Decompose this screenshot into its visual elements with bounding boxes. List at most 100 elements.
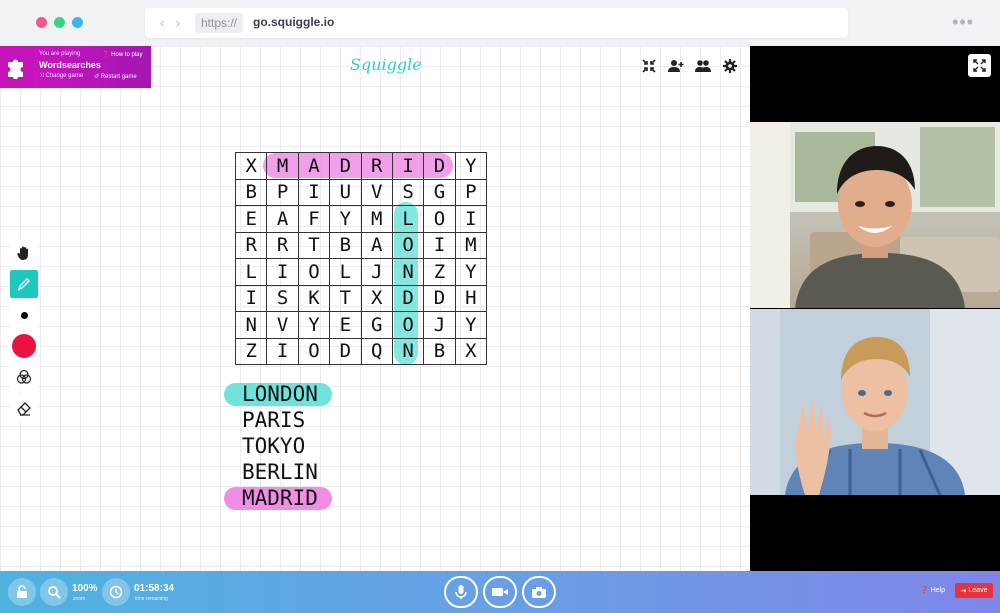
- grid-cell[interactable]: T: [329, 284, 362, 312]
- grid-cell[interactable]: O: [297, 258, 331, 286]
- fullscreen-button[interactable]: [968, 54, 991, 77]
- grid-cell[interactable]: B: [329, 231, 362, 259]
- participants-icon[interactable]: [693, 56, 713, 76]
- grid-cell[interactable]: I: [423, 231, 456, 259]
- grid-cell[interactable]: A: [297, 152, 331, 180]
- grid-cell[interactable]: D: [329, 152, 362, 180]
- grid-cell[interactable]: Y: [454, 258, 488, 286]
- grid-cell[interactable]: G: [360, 311, 393, 339]
- window-maximize-dot[interactable]: [72, 17, 83, 28]
- grid-cell[interactable]: I: [266, 337, 299, 365]
- grid-cell[interactable]: B: [423, 337, 456, 365]
- grid-cell[interactable]: E: [329, 311, 362, 339]
- grid-cell[interactable]: R: [234, 231, 268, 259]
- window-minimize-dot[interactable]: [54, 17, 65, 28]
- grid-cell[interactable]: Y: [297, 311, 331, 339]
- zoom-button[interactable]: [40, 578, 68, 606]
- palette-tool[interactable]: [10, 363, 38, 391]
- leave-button[interactable]: ⇥ Leave: [955, 583, 993, 598]
- fit-screen-icon[interactable]: [639, 56, 659, 76]
- add-user-icon[interactable]: [666, 56, 686, 76]
- grid-cell[interactable]: I: [234, 284, 268, 312]
- grid-cell[interactable]: M: [360, 205, 393, 233]
- settings-gear-icon[interactable]: [720, 56, 740, 76]
- grid-cell[interactable]: X: [360, 284, 393, 312]
- forward-arrow-icon[interactable]: ›: [175, 14, 181, 32]
- change-game-link[interactable]: ⤨ Change game: [39, 73, 83, 80]
- lock-button[interactable]: [8, 578, 36, 606]
- grid-cell[interactable]: U: [329, 178, 362, 206]
- grid-cell[interactable]: D: [391, 284, 425, 312]
- timer-button[interactable]: [102, 578, 130, 606]
- grid-cell[interactable]: D: [423, 152, 456, 180]
- grid-cell[interactable]: O: [391, 231, 425, 259]
- grid-cell[interactable]: N: [234, 311, 268, 339]
- grid-cell[interactable]: S: [391, 178, 425, 206]
- hand-pan-tool[interactable]: [10, 239, 38, 267]
- grid-cell[interactable]: M: [454, 231, 488, 259]
- drawing-board[interactable]: You are playing Wordsearches ❓ How to pl…: [0, 46, 750, 571]
- grid-cell[interactable]: Y: [329, 205, 362, 233]
- grid-cell[interactable]: P: [454, 178, 488, 206]
- grid-cell[interactable]: J: [423, 311, 456, 339]
- grid-row: EAFYMLOI: [234, 205, 488, 233]
- grid-cell[interactable]: I: [297, 178, 331, 206]
- eraser-tool[interactable]: [10, 394, 38, 422]
- pen-tool[interactable]: [10, 270, 38, 298]
- back-arrow-icon[interactable]: ‹: [159, 14, 165, 32]
- grid-cell[interactable]: B: [234, 178, 268, 206]
- grid-cell[interactable]: A: [266, 205, 299, 233]
- grid-cell[interactable]: R: [360, 152, 393, 180]
- microphone-button[interactable]: [444, 576, 478, 608]
- grid-cell[interactable]: Z: [423, 258, 456, 286]
- grid-cell[interactable]: S: [266, 284, 299, 312]
- grid-cell[interactable]: I: [266, 258, 299, 286]
- grid-cell[interactable]: O: [423, 205, 456, 233]
- color-picker[interactable]: [10, 332, 38, 360]
- grid-cell[interactable]: L: [234, 258, 268, 286]
- grid-cell[interactable]: A: [360, 231, 393, 259]
- grid-cell[interactable]: L: [391, 205, 425, 233]
- grid-cell[interactable]: I: [391, 152, 425, 180]
- url-domain: go.squiggle.io: [253, 15, 335, 29]
- wordsearch-grid[interactable]: XMADRIDYBPIUVSGPEAFYMLOIRRTBAOIMLIOLJNZY…: [234, 152, 488, 365]
- grid-cell[interactable]: H: [454, 284, 488, 312]
- grid-cell[interactable]: T: [297, 231, 331, 259]
- browser-menu-icon[interactable]: •••: [952, 13, 974, 31]
- camera-button[interactable]: [483, 576, 517, 608]
- grid-cell[interactable]: O: [297, 337, 331, 365]
- grid-cell[interactable]: L: [329, 258, 362, 286]
- brush-size-picker[interactable]: [10, 301, 38, 329]
- grid-cell[interactable]: J: [360, 258, 393, 286]
- grid-cell[interactable]: X: [234, 152, 268, 180]
- grid-cell[interactable]: V: [360, 178, 393, 206]
- grid-cell[interactable]: I: [454, 205, 488, 233]
- grid-cell[interactable]: Q: [360, 337, 393, 365]
- grid-cell[interactable]: D: [329, 337, 362, 365]
- grid-cell[interactable]: D: [423, 284, 456, 312]
- grid-cell[interactable]: Y: [454, 152, 488, 180]
- snapshot-button[interactable]: [522, 576, 556, 608]
- grid-cell[interactable]: V: [266, 311, 299, 339]
- letter-grid[interactable]: XMADRIDYBPIUVSGPEAFYMLOIRRTBAOIMLIOLJNZY…: [234, 152, 488, 365]
- grid-cell[interactable]: Y: [454, 311, 488, 339]
- grid-cell[interactable]: G: [423, 178, 456, 206]
- grid-cell[interactable]: E: [234, 205, 268, 233]
- info-icon: ❓: [102, 52, 110, 58]
- grid-cell[interactable]: N: [391, 337, 425, 365]
- grid-cell[interactable]: F: [297, 205, 331, 233]
- participant-2-video: [750, 309, 1000, 495]
- grid-cell[interactable]: M: [266, 152, 299, 180]
- grid-cell[interactable]: R: [266, 231, 299, 259]
- grid-cell[interactable]: O: [391, 311, 425, 339]
- grid-cell[interactable]: K: [297, 284, 331, 312]
- how-to-play-link[interactable]: ❓ How to play: [102, 51, 143, 58]
- grid-cell[interactable]: N: [391, 258, 425, 286]
- window-close-dot[interactable]: [36, 17, 47, 28]
- grid-cell[interactable]: P: [266, 178, 299, 206]
- help-link[interactable]: ❓ Help: [920, 586, 945, 595]
- grid-cell[interactable]: Z: [234, 337, 268, 365]
- address-bar[interactable]: ‹ › https:// go.squiggle.io: [145, 8, 848, 38]
- restart-game-link[interactable]: ↺ Restart game: [94, 73, 137, 80]
- grid-cell[interactable]: X: [454, 337, 488, 365]
